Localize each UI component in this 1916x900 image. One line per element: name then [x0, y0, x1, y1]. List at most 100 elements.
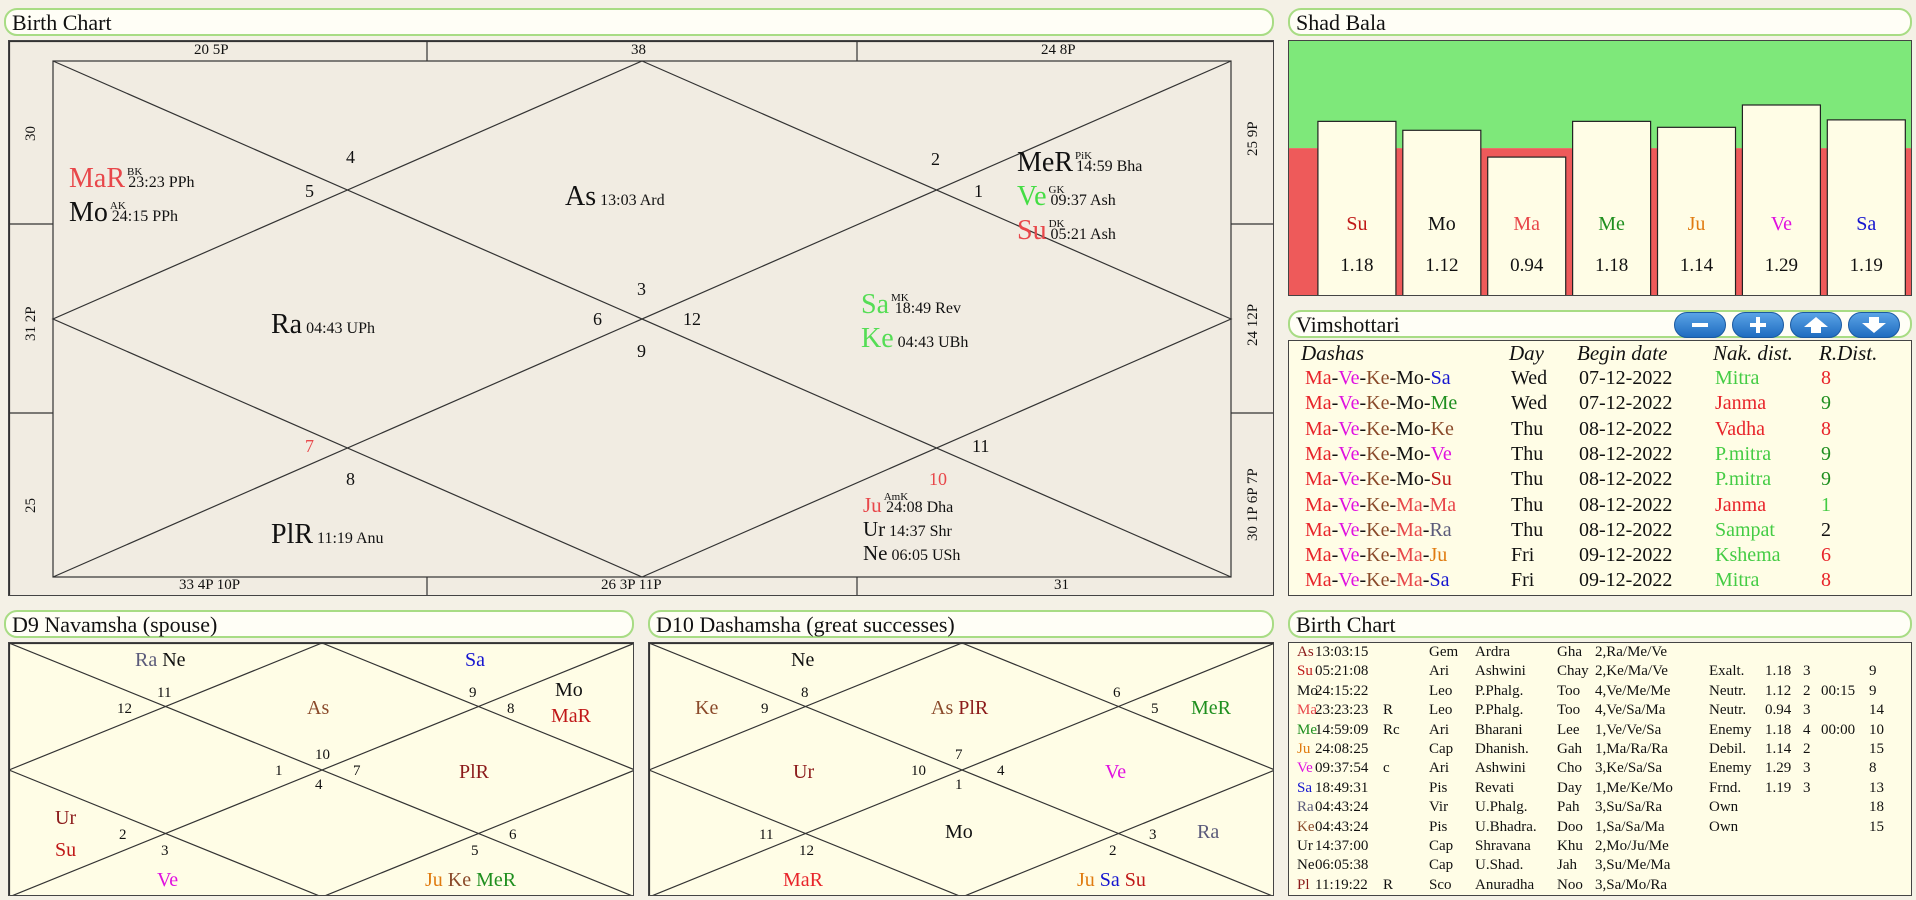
planet-mercury[interactable]: MeR PiK14:59 Bha: [1017, 147, 1142, 179]
planet-row-n1: 3: [1803, 760, 1811, 777]
planet-ketu[interactable]: Ke 04:43 UBh: [861, 323, 968, 355]
planet-row-nak: U.Phalg.: [1475, 799, 1528, 816]
planet-row: Ve 09:37:54 c Ari Ashwini Cho 3,Ke/Sa/Sa Enemy 1…: [1289, 759, 1911, 778]
dasha-row[interactable]: Ma-Ve-Ke-Ma-Ju Fri 09-12-2022 Kshema 6: [1289, 543, 1911, 568]
planet-neptune[interactable]: Ne 06:05 USh: [863, 541, 960, 566]
planet-row-pada: Noo: [1557, 876, 1583, 893]
planet-row-deg: 14:37:00: [1315, 838, 1369, 854]
planet-row-deg: 06:05:38: [1315, 857, 1369, 874]
dasha-begin-date: 09-12-2022: [1579, 569, 1673, 592]
dasha-row[interactable]: Ma-Ve-Ke-Mo-Me Wed 07-12-2022 Janma 9: [1289, 391, 1911, 416]
ascendant: As 13:03 Ard: [565, 181, 665, 212]
minus-icon: [1692, 323, 1708, 327]
dasha-day: Fri: [1511, 569, 1535, 592]
shad-bala-chart: Su 1.18 Mo 1.12 Ma 0.94 Me 1.18 Ju 1.14 Ve 1.29 Sa 1.…: [1288, 40, 1912, 296]
dasha-r-dist: 8: [1821, 367, 1831, 389]
edge-bottom-right: 31: [1054, 577, 1069, 593]
navamsha-lines: [9, 643, 633, 895]
planet-row-deg: 04:43:24: [1315, 818, 1369, 835]
dasha-sequence: Ma-Ve-Ke-Mo-Ke: [1305, 417, 1454, 440]
house-number: 12: [117, 701, 132, 717]
planet-row-lords: 3,Su/Sa/Ra: [1595, 799, 1663, 816]
house-number: 12: [799, 843, 814, 859]
planet-row-deg: 23:23:23: [1315, 702, 1369, 719]
arrow-up-icon: [1804, 317, 1828, 333]
dasha-row[interactable]: Ma-Ve-Ke-Mo-Ke Thu 08-12-2022 Vadha 8: [1289, 417, 1911, 442]
planet-row-n3: 14: [1869, 702, 1884, 719]
dasha-row[interactable]: Ma-Ve-Ke-Ma-Ra Thu 08-12-2022 Sampat 2: [1289, 518, 1911, 543]
planet-row-nak: P.Phalg.: [1475, 702, 1524, 719]
planet-row-n1: 2: [1803, 682, 1811, 699]
house-number: 5: [1151, 701, 1159, 717]
planet-row-n3: 15: [1869, 741, 1884, 757]
shad-bala-value-label: 1.12: [1425, 255, 1458, 276]
dasha-r-dist: 9: [1821, 392, 1831, 415]
house-number: 12: [683, 309, 701, 329]
planet-row-lords: 1,Me/Ke/Mo: [1595, 779, 1673, 796]
planet-row-pada: Gah: [1557, 741, 1582, 757]
shad-bala-value-label: 1.29: [1765, 255, 1798, 276]
planet-venus[interactable]: Ve GK09:37 Ash: [1017, 181, 1116, 213]
house-number: 2: [931, 149, 940, 169]
planet-saturn[interactable]: Sa MK18:49 Rev: [861, 289, 961, 321]
scroll-up-button[interactable]: [1790, 312, 1842, 338]
birth-chart-panel: 20 5P 38 24 8P 33 4P 10P 26 3P 11P 31 30…: [8, 40, 1274, 596]
planet-row-p: As: [1297, 644, 1314, 660]
planet-row-r: Rc: [1383, 721, 1400, 738]
edge-right-mid: 24 12P: [1245, 303, 1261, 346]
dasha-nak-dist: P.mitra: [1715, 468, 1772, 491]
planet-uranus[interactable]: Ur 14:37 Shr: [863, 517, 952, 542]
dasha-row[interactable]: Ma-Ve-Ke-Ma-Sa Fri 09-12-2022 Mitra 8: [1289, 568, 1911, 593]
planet-row-n1: 3: [1803, 779, 1811, 796]
dasha-row[interactable]: Ma-Ve-Ke-Ma-Ma Thu 08-12-2022 Janma 1: [1289, 493, 1911, 518]
house-number: 9: [761, 701, 769, 717]
planet-row-n1: 3: [1803, 663, 1811, 680]
col-r-dist: R.Dist.: [1819, 341, 1878, 365]
dasha-r-dist: 2: [1821, 518, 1831, 541]
edge-bottom-left: 33 4P 10P: [179, 577, 241, 593]
planet-row-val: 1.19: [1765, 779, 1792, 796]
house-number: 8: [346, 469, 355, 489]
planet-moon[interactable]: Mo AK24:15 PPh: [69, 197, 178, 229]
dashamsha-mercury: MeR: [1191, 697, 1231, 719]
navamsha-pluto: PlR: [459, 761, 490, 783]
collapse-button[interactable]: [1674, 312, 1726, 338]
navamsha-venus: Ve: [157, 869, 179, 891]
expand-button[interactable]: [1732, 312, 1784, 338]
planet-mars[interactable]: MaR BK23:23 PPh: [69, 163, 195, 195]
planet-row: Ma 23:23:23 R Leo P.Phalg. Too 4,Ve/Sa/Ma Neutr…: [1289, 701, 1911, 720]
planet-row-n2: 00:00: [1821, 721, 1856, 738]
dasha-row[interactable]: Ma-Ve-Ke-Mo-Ve Thu 08-12-2022 P.mitra 9: [1289, 442, 1911, 467]
dasha-row[interactable]: Ma-Ve-Ke-Mo-Su Thu 08-12-2022 P.mitra 9: [1289, 467, 1911, 492]
planet-row-lords: 1,Ve/Ve/Sa: [1595, 721, 1662, 738]
shad-bala-value-label: 1.19: [1850, 255, 1883, 276]
planet-rahu[interactable]: Ra 04:43 UPh: [271, 309, 375, 341]
house-number: 2: [119, 827, 127, 843]
planet-row-sign: Gem: [1429, 644, 1459, 660]
dasha-r-dist: 6: [1821, 544, 1831, 567]
planet-row-pada: Day: [1557, 779, 1582, 796]
dasha-row[interactable]: Ma-Ve-Ke-Mo-Sa Wed 07-12-2022 Mitra 8: [1289, 366, 1911, 391]
navamsha-ascendant: As: [307, 697, 330, 719]
planet-row-pada: Too: [1557, 682, 1581, 699]
navamsha-sun: Su: [55, 839, 77, 861]
navamsha-chart: 11 12 9 8 10 1 7 4 2 3 5 6 Ra Ne Sa As M…: [8, 642, 634, 896]
navamsha-moon: Mo: [555, 679, 583, 701]
planet-row-sign: Cap: [1429, 838, 1454, 854]
dasha-sequence: Ma-Ve-Ke-Ma-Sa: [1305, 569, 1450, 592]
dashamsha-mars: MaR: [783, 869, 823, 891]
house-number: 4: [997, 763, 1005, 779]
planet-pluto[interactable]: PlR 11:19 Anu: [271, 519, 384, 551]
dasha-begin-date: 08-12-2022: [1579, 468, 1673, 491]
dasha-r-dist: 1: [1821, 493, 1831, 516]
house-number: 3: [1149, 827, 1157, 843]
scroll-down-button[interactable]: [1848, 312, 1900, 338]
house-number: 11: [972, 436, 990, 456]
planet-row-deg: 05:21:08: [1315, 663, 1369, 680]
dashamsha-moon: Mo: [945, 821, 973, 843]
planet-sun[interactable]: Su DK05:21 Ash: [1017, 215, 1116, 247]
dashamsha-chart: 8 9 6 5 7 10 4 1 11 12 2 3 Ne Ke As PlR …: [648, 642, 1274, 896]
edge-top-mid: 38: [631, 42, 646, 58]
planet-row-n3: 8: [1869, 760, 1877, 777]
planet-jupiter[interactable]: Ju AmK24:08 Dha: [863, 491, 953, 518]
